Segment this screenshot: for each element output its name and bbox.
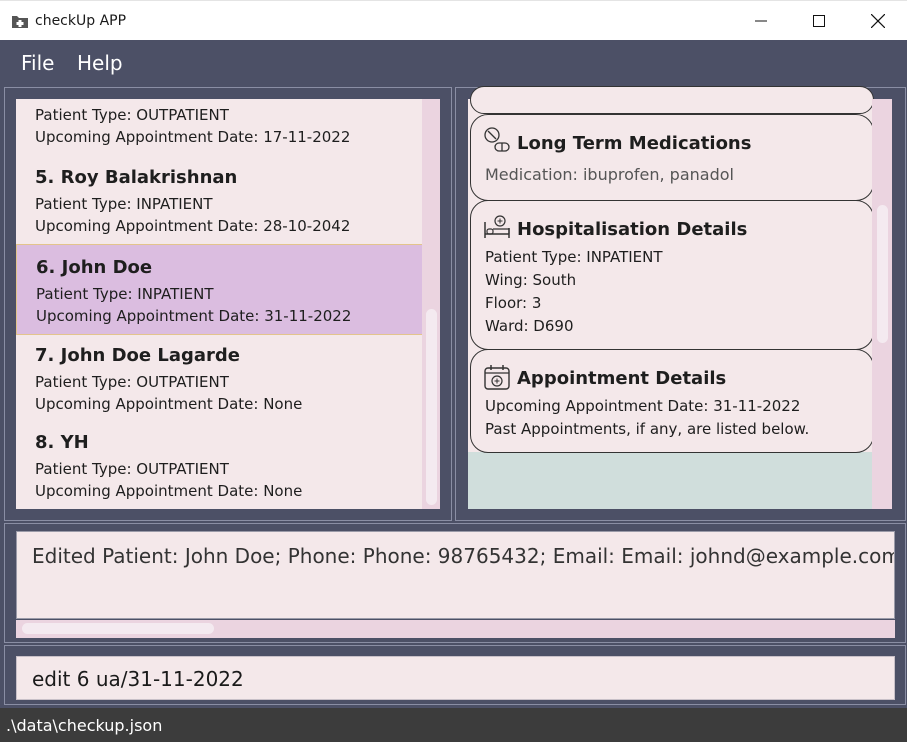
patient-appointment: Upcoming Appointment Date: 28-10-2042 (35, 217, 351, 235)
patient-list-scroll-thumb[interactable] (426, 309, 437, 505)
menu-bar: File Help (0, 40, 907, 85)
hospitalisation-title: Hospitalisation Details (517, 219, 748, 240)
patient-type: Patient Type: OUTPATIENT (35, 106, 229, 124)
minimize-button[interactable] (732, 1, 790, 41)
calendar-icon (483, 363, 511, 391)
menu-file[interactable]: File (21, 51, 54, 75)
command-input-value: edit 6 ua/31-11-2022 (32, 667, 244, 691)
patient-name: 7. John Doe Lagarde (35, 345, 240, 366)
patient-type: Patient Type: INPATIENT (35, 195, 213, 213)
result-text: Edited Patient: John Doe; Phone: Phone: … (32, 544, 895, 568)
maximize-icon (813, 15, 825, 27)
list-item[interactable]: Patient Type: OUTPATIENT Upcoming Appoin… (16, 99, 422, 155)
appointment-card: Appointment Details Upcoming Appointment… (470, 349, 874, 453)
hospitalisation-wing: Wing: South (485, 271, 577, 289)
list-item-selected[interactable]: 6. John Doe Patient Type: INPATIENT Upco… (16, 244, 422, 335)
patient-type: Patient Type: OUTPATIENT (35, 373, 229, 391)
save-file-path: .\data\checkup.json (6, 716, 163, 735)
detail-card-partial (470, 86, 874, 114)
hospitalisation-patient-type: Patient Type: INPATIENT (485, 248, 663, 266)
hospitalisation-floor: Floor: 3 (485, 294, 542, 312)
minimize-icon (755, 20, 767, 22)
patient-appointment: Upcoming Appointment Date: None (35, 482, 303, 500)
maximize-button[interactable] (790, 1, 848, 41)
hospitalisation-card: Hospitalisation Details Patient Type: IN… (470, 200, 874, 350)
appointment-title: Appointment Details (517, 368, 727, 389)
medical-folder-icon (11, 13, 29, 29)
appointment-past-note: Past Appointments, if any, are listed be… (485, 420, 810, 438)
window-title: checkUp APP (35, 13, 127, 29)
list-item[interactable]: 8. YH Patient Type: OUTPATIENT Upcoming … (16, 421, 422, 509)
patient-name: 8. YH (35, 432, 89, 453)
title-bar: checkUp APP (0, 0, 907, 40)
patient-appointment: Upcoming Appointment Date: 31-11-2022 (36, 307, 352, 325)
menu-help[interactable]: Help (77, 51, 123, 75)
status-bar: .\data\checkup.json (0, 708, 907, 742)
list-item[interactable]: 7. John Doe Lagarde Patient Type: OUTPAT… (16, 334, 422, 420)
medications-title: Long Term Medications (517, 133, 752, 154)
appointment-upcoming: Upcoming Appointment Date: 31-11-2022 (485, 397, 801, 415)
patient-type: Patient Type: OUTPATIENT (35, 460, 229, 478)
close-icon (871, 14, 885, 28)
hospitalisation-ward: Ward: D690 (485, 317, 574, 335)
result-scroll-thumb[interactable] (22, 623, 214, 634)
list-item[interactable]: 5. Roy Balakrishnan Patient Type: INPATI… (16, 155, 422, 243)
patient-appointment: Upcoming Appointment Date: 17-11-2022 (35, 128, 351, 146)
patient-type: Patient Type: INPATIENT (36, 285, 214, 303)
patient-appointment: Upcoming Appointment Date: None (35, 395, 303, 413)
patient-details-scroll-thumb[interactable] (877, 205, 888, 343)
result-display[interactable]: Edited Patient: John Doe; Phone: Phone: … (16, 531, 895, 619)
patient-list[interactable]: Patient Type: OUTPATIENT Upcoming Appoin… (16, 99, 422, 509)
close-button[interactable] (849, 1, 907, 41)
patient-name: 5. Roy Balakrishnan (35, 167, 238, 188)
hospital-bed-icon (483, 214, 511, 242)
patient-name: 6. John Doe (36, 257, 153, 278)
past-appointments-area (468, 452, 872, 509)
medications-card: Long Term Medications Medication: ibupro… (470, 114, 874, 201)
pill-icon (483, 126, 511, 154)
medications-line: Medication: ibuprofen, panadol (485, 165, 734, 184)
command-input[interactable]: edit 6 ua/31-11-2022 (16, 656, 895, 700)
